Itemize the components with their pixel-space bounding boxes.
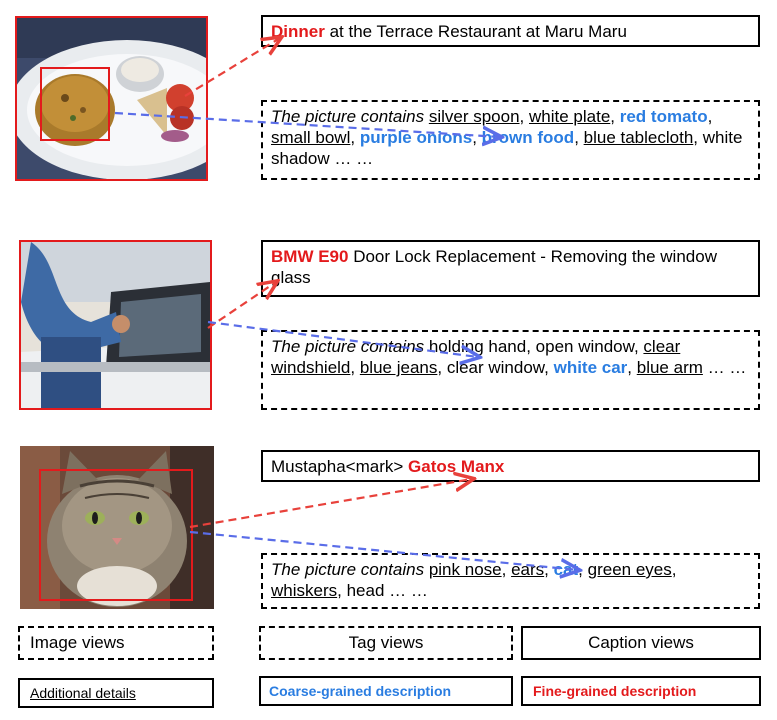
tag: blue arm: [636, 358, 703, 377]
legend-label: Caption views: [588, 633, 694, 652]
legend-fine-grained: Fine-grained description: [521, 676, 761, 706]
legend-coarse-grained: Coarse-grained description: [259, 676, 513, 706]
legend-additional-details: Additional details: [18, 678, 214, 708]
fine-caption-1: Dinner at the Terrace Restaurant at Maru…: [261, 15, 760, 47]
legend-tag-views: Tag views: [259, 626, 513, 660]
legend-label: Image views: [30, 633, 125, 652]
cat-photo: [20, 446, 214, 609]
legend-label: Fine-grained description: [533, 683, 697, 699]
legend-image-views: Image views: [18, 626, 214, 660]
tag: silver spoon: [428, 107, 520, 126]
tag: small bowl: [271, 128, 351, 147]
fine-arrow: [189, 479, 472, 529]
coarse-caption-1: The picture contains silver spoon, white…: [261, 100, 760, 180]
ellipsis: … …: [389, 581, 428, 600]
tag: open window: [535, 337, 634, 356]
legend-label: Coarse-grained description: [269, 683, 452, 699]
tag: head: [346, 581, 385, 600]
tag: white plate: [529, 107, 611, 126]
caption-prefix: The picture contains: [271, 337, 425, 356]
ellipsis: … …: [334, 149, 374, 168]
tag: blue jeans: [359, 358, 438, 377]
ellipsis: … …: [707, 358, 747, 377]
coarse-caption-3: The picture contains pink nose, ears, ca…: [261, 553, 760, 609]
tag-coarse: red tomato: [619, 107, 708, 126]
fine-caption-3: Mustapha<mark> Gatos Manx: [261, 450, 760, 482]
legend-label: Tag views: [348, 633, 424, 652]
food-plate-photo: [15, 16, 208, 181]
tag: blue tablecloth: [583, 128, 694, 147]
tag: clear window: [446, 358, 545, 377]
tag-coarse: purple onions: [359, 128, 473, 147]
fine-caption-2: BMW E90 Door Lock Replacement - Removing…: [261, 240, 760, 297]
tag: green eyes: [587, 560, 672, 579]
tag: holding hand: [428, 337, 527, 356]
fine-highlight: Dinner: [271, 22, 325, 41]
caption-prefix: The picture contains: [271, 560, 425, 579]
tag-coarse: white car: [553, 358, 628, 377]
legend-label: Additional details: [30, 685, 136, 701]
tag-coarse: cat: [553, 560, 579, 579]
tag: ears: [511, 560, 545, 579]
tag: pink nose: [428, 560, 502, 579]
fine-text: Mustapha<mark>: [271, 457, 409, 476]
legend-caption-views: Caption views: [521, 626, 761, 660]
tag: whiskers: [271, 581, 338, 600]
fine-highlight: Gatos Manx: [408, 457, 505, 476]
caption-prefix: The picture contains: [271, 107, 425, 126]
fine-text: at the Terrace Restaurant at Maru Maru: [324, 22, 627, 41]
car-door-photo: [19, 240, 212, 410]
coarse-caption-2: The picture contains holding hand, open …: [261, 330, 760, 410]
fine-highlight: BMW E90: [271, 247, 349, 266]
tag-coarse: brown food: [481, 128, 575, 147]
